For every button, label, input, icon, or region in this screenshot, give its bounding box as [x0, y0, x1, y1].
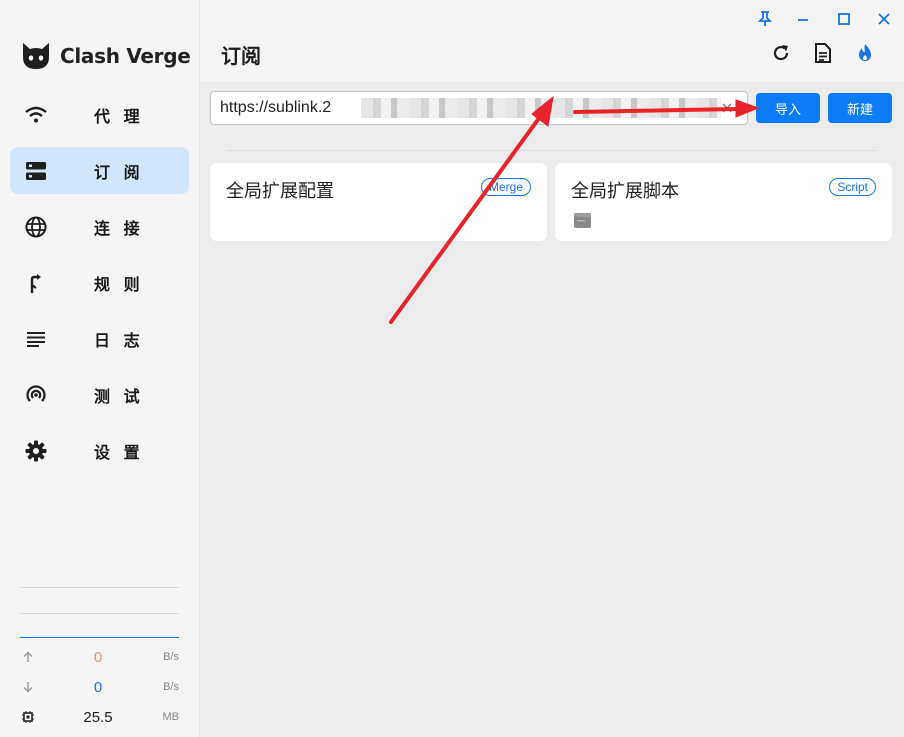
card-title: 全局扩展脚本	[571, 181, 679, 202]
close-icon	[878, 13, 890, 25]
redacted-url-area	[361, 98, 721, 118]
memory-chip-icon	[20, 711, 36, 723]
radar-icon	[10, 384, 62, 406]
arrow-down-icon	[20, 681, 36, 693]
sidebar-item-label: 测 试	[94, 386, 144, 406]
sidebar-item-proxy[interactable]: 代 理	[10, 91, 189, 138]
download-stat: 0 B/s	[20, 677, 180, 697]
download-value: 0	[93, 678, 103, 696]
refresh-icon	[773, 45, 789, 61]
sidebar-item-label: 设 置	[94, 442, 144, 462]
app-logo: Clash Verge	[20, 38, 191, 74]
divider	[20, 587, 179, 588]
global-script-card[interactable]: 全局扩展脚本 Script	[555, 163, 892, 241]
close-button[interactable]	[873, 8, 895, 30]
divider	[226, 150, 876, 151]
lines-icon	[10, 331, 62, 347]
memory-value: 25.5	[83, 708, 113, 726]
sidebar-item-label: 订 阅	[94, 162, 144, 182]
sidebar-nav: 代 理 订 阅 连 接 规 则 日 志 测 试 设 置	[10, 91, 189, 483]
sidebar-item-label: 日 志	[94, 330, 144, 350]
upload-value: 0	[93, 648, 103, 666]
sidebar: Clash Verge 代 理 订 阅 连 接 规 则 日 志 测 试 设 置 …	[0, 0, 200, 737]
reactivate-button[interactable]	[853, 41, 877, 65]
sidebar-item-connections[interactable]: 连 接	[10, 203, 189, 250]
import-button[interactable]: 导入	[756, 93, 820, 123]
sidebar-item-settings[interactable]: 设 置	[10, 427, 189, 474]
pin-icon	[758, 11, 772, 26]
flame-icon	[859, 44, 871, 61]
global-merge-card[interactable]: 全局扩展配置 Merge	[210, 163, 547, 241]
traffic-graph-baseline	[20, 637, 179, 638]
minimize-button[interactable]	[792, 8, 814, 30]
file-icon	[574, 213, 591, 233]
minimize-icon	[798, 19, 808, 21]
subscription-url-input[interactable]: https://sublink.2	[210, 91, 748, 125]
route-icon	[10, 273, 62, 293]
sidebar-item-label: 代 理	[94, 106, 144, 126]
merge-badge: Merge	[480, 178, 531, 196]
clear-icon	[722, 103, 732, 113]
cat-logo-icon	[23, 43, 49, 69]
sidebar-item-rules[interactable]: 规 则	[10, 259, 189, 306]
sidebar-item-test[interactable]: 测 试	[10, 371, 189, 418]
sidebar-item-logs[interactable]: 日 志	[10, 315, 189, 362]
main-content: 订阅 https://sublink.2 导入 新建 全局扩展配置 Merge …	[200, 0, 904, 737]
view-runtime-config-button[interactable]	[811, 41, 835, 65]
storage-icon	[10, 161, 62, 180]
maximize-button[interactable]	[833, 8, 855, 30]
refresh-button[interactable]	[769, 41, 793, 65]
sidebar-item-profiles[interactable]: 订 阅	[10, 147, 189, 194]
maximize-icon	[838, 13, 850, 25]
memory-unit: MB	[162, 711, 180, 723]
app-name: Clash Verge	[60, 44, 191, 68]
document-icon	[815, 43, 831, 63]
upload-stat: 0 B/s	[20, 647, 180, 667]
download-unit: B/s	[163, 681, 179, 693]
subscription-url-value: https://sublink.2	[220, 99, 332, 116]
wifi-icon	[10, 106, 62, 124]
page-header: 订阅	[200, 0, 904, 82]
sidebar-item-label: 规 则	[94, 274, 144, 294]
clear-input-button[interactable]	[719, 100, 735, 116]
card-title: 全局扩展配置	[226, 181, 334, 202]
globe-icon	[10, 216, 62, 238]
memory-stat: 25.5 MB	[20, 707, 180, 727]
sidebar-item-label: 连 接	[94, 218, 144, 238]
new-button[interactable]: 新建	[828, 93, 892, 123]
pin-button[interactable]	[754, 8, 776, 30]
upload-unit: B/s	[163, 651, 179, 663]
arrow-up-icon	[20, 651, 36, 663]
page-title: 订阅	[221, 44, 261, 68]
divider	[20, 613, 179, 614]
gear-icon	[10, 440, 62, 462]
script-badge: Script	[829, 178, 876, 196]
